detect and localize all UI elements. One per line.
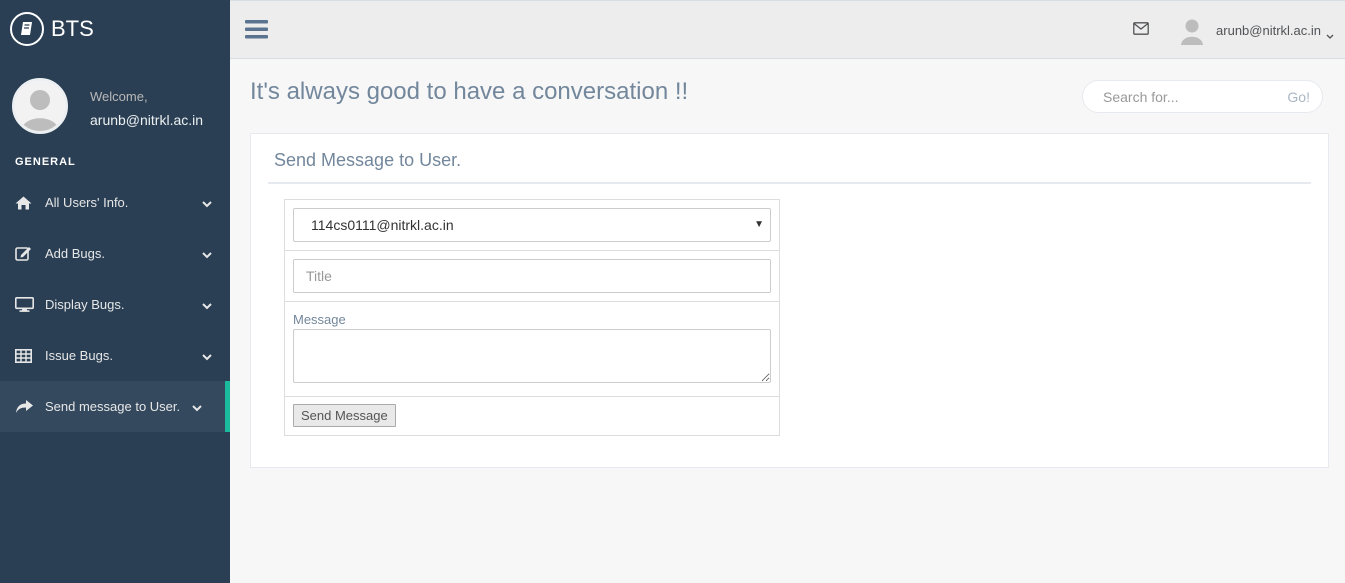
chevron-down-icon	[202, 349, 212, 364]
search-input[interactable]	[1083, 88, 1273, 105]
sidebar-item-issue-bugs[interactable]: Issue Bugs.	[0, 330, 230, 381]
menu-toggle-icon[interactable]	[245, 20, 268, 44]
sidebar-item-display-bugs[interactable]: Display Bugs.	[0, 279, 230, 330]
profile-block: Welcome, arunb@nitrkl.ac.in	[0, 58, 230, 148]
form-row-message: Message	[285, 302, 779, 397]
form-row-recipient: 114cs0111@nitrkl.ac.in ▼	[285, 200, 779, 251]
section-title: GENERAL	[15, 156, 76, 168]
recipient-select[interactable]: 114cs0111@nitrkl.ac.in ▼	[293, 208, 771, 242]
message-textarea[interactable]	[293, 329, 771, 383]
brand[interactable]: BTS	[0, 0, 230, 58]
sidebar-item-add-bugs[interactable]: Add Bugs.	[0, 228, 230, 279]
send-message-button[interactable]: Send Message	[293, 404, 396, 427]
sidebar-item-label: Display Bugs.	[45, 297, 125, 312]
message-form: 114cs0111@nitrkl.ac.in ▼ Message Send Me…	[284, 199, 780, 436]
form-row-submit: Send Message	[285, 397, 779, 435]
recipient-value: 114cs0111@nitrkl.ac.in	[311, 217, 454, 233]
sidebar-item-label: All Users' Info.	[45, 195, 129, 210]
message-label: Message	[293, 312, 346, 327]
envelope-icon[interactable]	[1133, 22, 1149, 40]
sidebar: BTS Welcome, arunb@nitrkl.ac.in GENERAL …	[0, 0, 230, 583]
caret-down-icon: ▼	[754, 219, 764, 230]
chevron-down-icon	[202, 298, 212, 313]
form-row-title	[285, 251, 779, 302]
chevron-down-icon	[202, 247, 212, 262]
edit-icon	[15, 246, 45, 261]
sidebar-menu: All Users' Info. Add Bugs. Display Bugs.	[0, 177, 230, 432]
top-user-email[interactable]: arunb@nitrkl.ac.in	[1216, 23, 1321, 38]
table-icon	[15, 348, 45, 363]
search-go-button[interactable]: Go!	[1287, 89, 1310, 105]
message-panel: Send Message to User. 114cs0111@nitrkl.a…	[250, 133, 1329, 468]
page-title: It's always good to have a conversation …	[250, 78, 689, 105]
sidebar-item-send-message[interactable]: Send message to User.	[0, 381, 230, 432]
sidebar-item-all-users[interactable]: All Users' Info.	[0, 177, 230, 228]
chevron-down-icon	[202, 196, 212, 211]
title-input[interactable]	[293, 259, 771, 293]
sidebar-item-label: Add Bugs.	[45, 246, 105, 261]
chevron-down-icon	[192, 400, 202, 415]
chevron-down-icon[interactable]	[1326, 27, 1334, 45]
avatar	[12, 78, 68, 134]
home-icon	[15, 196, 45, 210]
panel-title: Send Message to User.	[274, 150, 462, 170]
desktop-icon	[15, 297, 45, 312]
search-box: Go!	[1082, 80, 1323, 113]
profile-email: arunb@nitrkl.ac.in	[90, 112, 204, 128]
divider	[268, 182, 1311, 184]
book-icon	[10, 12, 44, 46]
sidebar-item-label: Send message to User.	[45, 399, 181, 414]
welcome-text: Welcome,	[90, 89, 148, 104]
sidebar-item-label: Issue Bugs.	[45, 348, 113, 363]
share-icon	[15, 399, 45, 414]
brand-name: BTS	[51, 16, 94, 41]
topbar: arunb@nitrkl.ac.in	[230, 0, 1345, 59]
user-avatar-icon[interactable]	[1179, 17, 1205, 45]
